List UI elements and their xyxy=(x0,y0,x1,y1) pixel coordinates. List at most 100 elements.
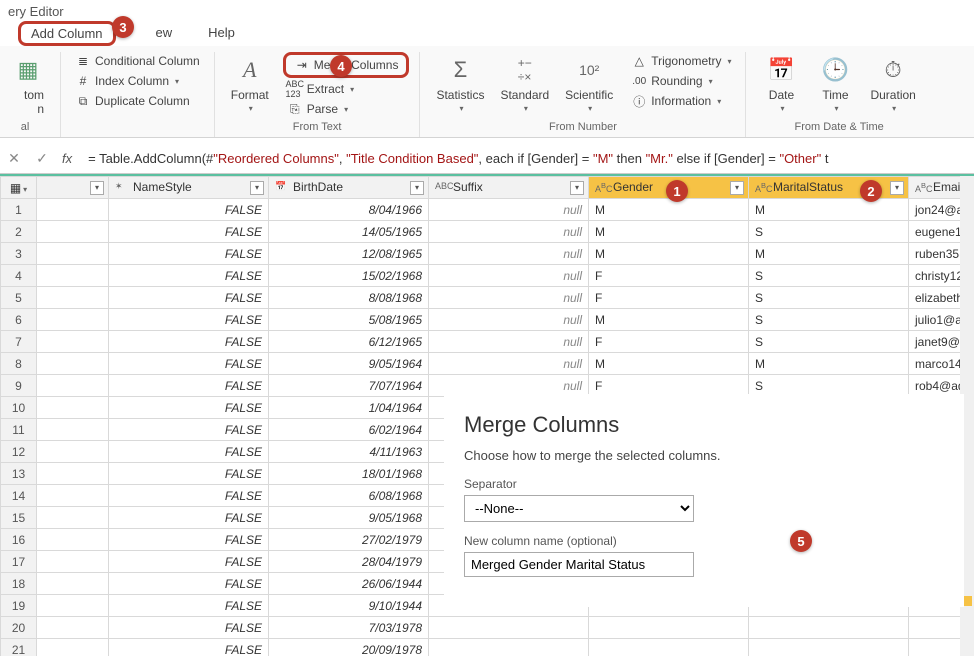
row-number[interactable]: 19 xyxy=(1,595,37,617)
table-row[interactable]: 21 FALSE20/09/1978 xyxy=(1,639,974,656)
cell-namestyle[interactable]: FALSE xyxy=(109,419,269,441)
cell[interactable] xyxy=(37,243,109,265)
cell-suffix[interactable]: null xyxy=(429,287,589,309)
formula-cancel-button[interactable]: ✕ xyxy=(0,144,28,173)
cell-birthdate[interactable]: 6/02/1964 xyxy=(269,419,429,441)
time-button[interactable]: 🕒Time▾ xyxy=(810,52,860,115)
cell-suffix[interactable] xyxy=(429,617,589,639)
cell-namestyle[interactable]: FALSE xyxy=(109,507,269,529)
filter-icon[interactable]: ▾ xyxy=(730,181,744,195)
cell-namestyle[interactable]: FALSE xyxy=(109,375,269,397)
cell[interactable] xyxy=(37,199,109,221)
table-row[interactable]: 7FALSE6/12/1965nullFSjanet9@adve xyxy=(1,331,974,353)
row-number[interactable]: 14 xyxy=(1,485,37,507)
row-number[interactable]: 3 xyxy=(1,243,37,265)
cell-gender[interactable] xyxy=(589,639,749,656)
cell-suffix[interactable]: null xyxy=(429,199,589,221)
row-number[interactable]: 4 xyxy=(1,265,37,287)
cell-namestyle[interactable]: FALSE xyxy=(109,243,269,265)
cell-suffix[interactable]: null xyxy=(429,353,589,375)
filter-icon[interactable]: ▾ xyxy=(410,181,424,195)
cell-marital[interactable]: S xyxy=(749,287,909,309)
cell-suffix[interactable]: null xyxy=(429,243,589,265)
row-number[interactable]: 21 xyxy=(1,639,37,656)
column-header-suffix[interactable]: ABCSuffix▾ xyxy=(429,177,589,199)
cell-marital[interactable] xyxy=(749,639,909,656)
row-number[interactable]: 20 xyxy=(1,617,37,639)
cell[interactable] xyxy=(37,639,109,656)
cell-suffix[interactable]: null xyxy=(429,331,589,353)
cell-namestyle[interactable]: FALSE xyxy=(109,529,269,551)
fx-icon[interactable]: fx xyxy=(62,151,72,166)
filter-icon[interactable]: ▾ xyxy=(90,181,104,195)
cell[interactable] xyxy=(37,617,109,639)
cell-namestyle[interactable]: FALSE xyxy=(109,265,269,287)
cell-marital[interactable]: S xyxy=(749,265,909,287)
cell[interactable] xyxy=(37,463,109,485)
cell-birthdate[interactable]: 1/04/1964 xyxy=(269,397,429,419)
cell-namestyle[interactable]: FALSE xyxy=(109,617,269,639)
row-number[interactable]: 9 xyxy=(1,375,37,397)
duration-button[interactable]: ⏱Duration▾ xyxy=(864,52,921,115)
tab-view[interactable]: ew xyxy=(156,21,181,46)
new-column-name-input[interactable] xyxy=(464,552,694,577)
cell-birthdate[interactable]: 4/11/1963 xyxy=(269,441,429,463)
cell-birthdate[interactable]: 6/08/1968 xyxy=(269,485,429,507)
statistics-button[interactable]: ΣStatistics▾ xyxy=(430,52,490,115)
table-row[interactable]: 8FALSE9/05/1964nullMMmarco14@ad xyxy=(1,353,974,375)
cell[interactable] xyxy=(37,397,109,419)
tab-help[interactable]: Help xyxy=(200,21,243,46)
cell-gender[interactable]: M xyxy=(589,221,749,243)
cell-suffix[interactable]: null xyxy=(429,309,589,331)
filter-icon[interactable]: ▾ xyxy=(250,181,264,195)
custom-column-button[interactable]: ▦ tom n xyxy=(0,52,50,118)
cell-birthdate[interactable]: 8/08/1968 xyxy=(269,287,429,309)
cell-marital[interactable]: M xyxy=(749,353,909,375)
formula-accept-button[interactable]: ✓ xyxy=(28,144,56,173)
filter-icon[interactable]: ▾ xyxy=(570,181,584,195)
cell[interactable] xyxy=(37,551,109,573)
row-number[interactable]: 1 xyxy=(1,199,37,221)
cell-birthdate[interactable]: 9/05/1968 xyxy=(269,507,429,529)
cell-gender[interactable]: M xyxy=(589,243,749,265)
table-row[interactable]: 5FALSE8/08/1968nullFSelizabeth5@ xyxy=(1,287,974,309)
filter-icon[interactable]: ▾ xyxy=(890,181,904,195)
cell-namestyle[interactable]: FALSE xyxy=(109,221,269,243)
cell-marital[interactable]: S xyxy=(749,309,909,331)
table-row[interactable]: 3FALSE12/08/1965nullMMruben35@a xyxy=(1,243,974,265)
cell-marital[interactable]: M xyxy=(749,199,909,221)
row-number[interactable]: 12 xyxy=(1,441,37,463)
cell-namestyle[interactable]: FALSE xyxy=(109,485,269,507)
date-button[interactable]: 📅Date▾ xyxy=(756,52,806,115)
cell-gender[interactable] xyxy=(589,617,749,639)
separator-select[interactable]: --None-- xyxy=(464,495,694,522)
cell[interactable] xyxy=(37,265,109,287)
table-corner[interactable]: ▦▾ xyxy=(1,177,37,199)
cell-namestyle[interactable]: FALSE xyxy=(109,573,269,595)
formula-text[interactable]: = Table.AddColumn(#"Reordered Columns", … xyxy=(78,151,974,167)
cell[interactable] xyxy=(37,419,109,441)
cell[interactable] xyxy=(37,375,109,397)
cell-marital[interactable]: M xyxy=(749,243,909,265)
cell[interactable] xyxy=(37,529,109,551)
cell-namestyle[interactable]: FALSE xyxy=(109,331,269,353)
cell-namestyle[interactable]: FALSE xyxy=(109,309,269,331)
cell-suffix[interactable]: null xyxy=(429,221,589,243)
table-row[interactable]: 4FALSE15/02/1968nullFSchristy12@a xyxy=(1,265,974,287)
cell-birthdate[interactable]: 26/06/1944 xyxy=(269,573,429,595)
cell-gender[interactable]: F xyxy=(589,331,749,353)
cell[interactable] xyxy=(37,507,109,529)
cell-namestyle[interactable]: FALSE xyxy=(109,639,269,656)
cell-birthdate[interactable]: 20/09/1978 xyxy=(269,639,429,656)
rounding-button[interactable]: .00Rounding▾ xyxy=(627,72,716,90)
cell[interactable] xyxy=(37,441,109,463)
cell-gender[interactable]: M xyxy=(589,353,749,375)
cell-birthdate[interactable]: 6/12/1965 xyxy=(269,331,429,353)
row-number[interactable]: 8 xyxy=(1,353,37,375)
table-row[interactable]: 1FALSE8/04/1966nullMMjon24@adve xyxy=(1,199,974,221)
row-number[interactable]: 2 xyxy=(1,221,37,243)
cell-birthdate[interactable]: 9/10/1944 xyxy=(269,595,429,617)
row-number[interactable]: 7 xyxy=(1,331,37,353)
cell-birthdate[interactable]: 5/08/1965 xyxy=(269,309,429,331)
tab-add-column[interactable]: Add Column xyxy=(18,21,116,46)
